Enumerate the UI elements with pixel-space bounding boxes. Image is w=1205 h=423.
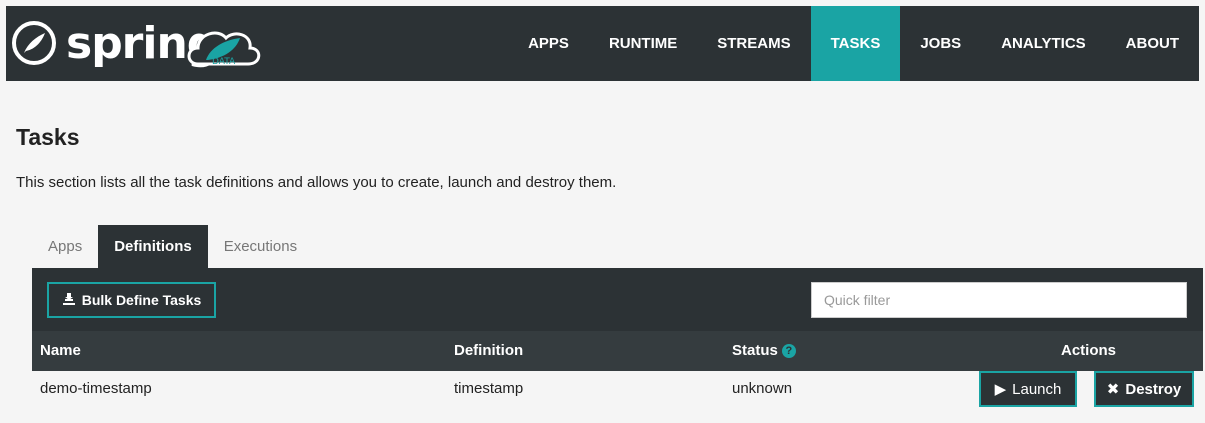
tab-apps[interactable]: Apps (32, 225, 98, 268)
cloud-leaf-icon: DATA (184, 20, 262, 73)
quick-filter-input[interactable] (811, 282, 1187, 318)
bulk-define-icon (62, 292, 76, 309)
launch-label: Launch (1012, 380, 1062, 398)
column-header-definition[interactable]: Definition (454, 331, 523, 371)
task-definition-cell: timestamp (454, 380, 524, 397)
toolbar-panel: Bulk Define Tasks (32, 268, 1203, 331)
column-header-status-label: Status (732, 342, 778, 359)
nav-about[interactable]: ABOUT (1106, 6, 1199, 81)
nav-tasks[interactable]: TASKS (810, 6, 901, 81)
task-name-cell[interactable]: demo-timestamp (40, 371, 152, 407)
nav-apps[interactable]: APPS (528, 6, 589, 81)
close-icon: ✖ (1106, 381, 1120, 398)
page-description: This section lists all the task definiti… (16, 174, 617, 191)
column-header-status[interactable]: Status ? (732, 331, 796, 371)
table-header: Name Definition Status ? Actions (32, 331, 1203, 371)
destroy-button[interactable]: ✖ Destroy (1094, 371, 1194, 407)
tab-definitions[interactable]: Definitions (98, 225, 208, 268)
spring-logo[interactable]: spring DATA (12, 16, 272, 71)
nav-analytics[interactable]: ANALYTICS (981, 6, 1105, 81)
page-title: Tasks (16, 124, 80, 150)
tab-executions[interactable]: Executions (208, 225, 313, 268)
brand-badge: DATA (212, 57, 236, 67)
launch-button[interactable]: ▶ Launch (979, 371, 1077, 407)
nav-runtime[interactable]: RUNTIME (589, 6, 697, 81)
destroy-label: Destroy (1125, 380, 1182, 398)
tab-bar: Apps Definitions Executions (32, 225, 313, 268)
column-header-actions: Actions (1061, 342, 1117, 359)
play-icon: ▶ (994, 381, 1007, 398)
task-status-cell: unknown (732, 380, 793, 397)
table-row: demo-timestamp timestamp unknown ▶ Launc… (32, 371, 1203, 423)
nav-streams[interactable]: STREAMS (697, 6, 810, 81)
bulk-define-tasks-button[interactable]: Bulk Define Tasks (47, 282, 216, 318)
column-header-name[interactable]: Name (40, 331, 81, 371)
help-icon[interactable]: ? (781, 344, 796, 358)
bulk-define-label: Bulk Define Tasks (81, 292, 202, 308)
spring-logo-icon (12, 21, 56, 65)
top-navbar: spring DATA APPS RUNTIME STREAMS TASKS J… (6, 6, 1199, 81)
main-nav: APPS RUNTIME STREAMS TASKS JOBS ANALYTIC… (528, 6, 1199, 81)
nav-jobs[interactable]: JOBS (900, 6, 981, 81)
